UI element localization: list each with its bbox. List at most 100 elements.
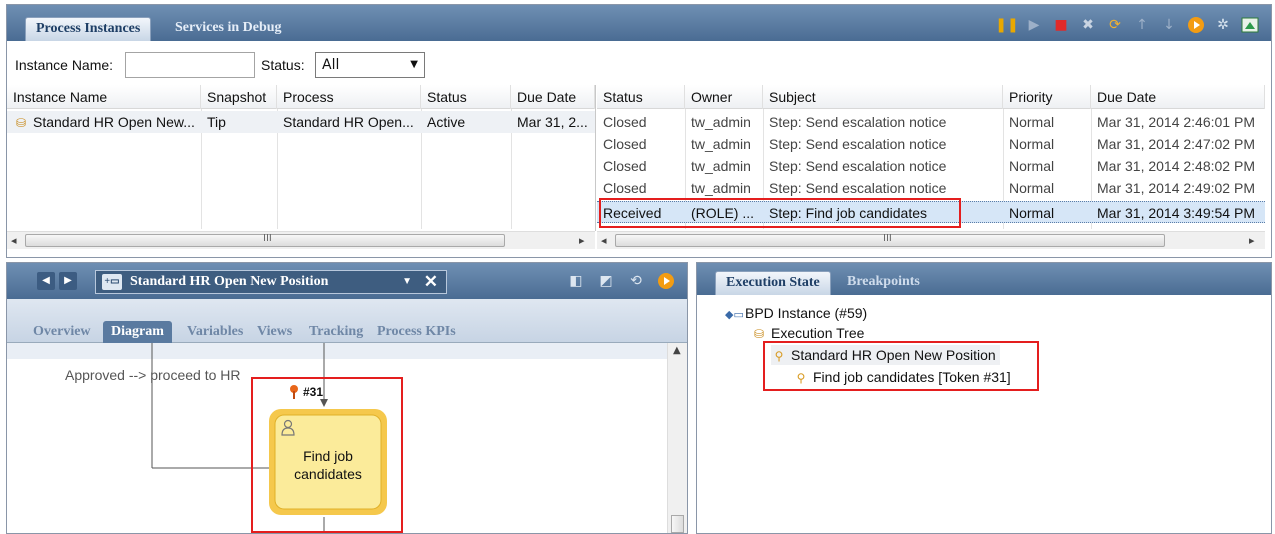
col-status[interactable]: Status (421, 85, 511, 109)
task-priority-cell: Normal (1009, 205, 1055, 221)
tab-overview[interactable]: Overview (29, 321, 95, 343)
status-label: Status: (261, 57, 305, 73)
table-row[interactable]: Closed tw_admin Step: Send escalation no… (597, 133, 1265, 155)
table-row[interactable]: Closed tw_admin Step: Send escalation no… (597, 111, 1265, 133)
step-icon[interactable]: ▶ (1025, 16, 1043, 34)
status-select[interactable]: All ▼ (315, 52, 425, 78)
col-instance-name[interactable]: Instance Name (7, 85, 201, 109)
task-subject-cell: Step: Send escalation notice (769, 158, 947, 174)
move-up-icon[interactable]: ↑ (1133, 16, 1151, 34)
table-row[interactable]: Closed tw_admin Step: Send escalation no… (597, 155, 1265, 177)
task-subject-cell: Step: Send escalation notice (769, 114, 947, 130)
table-split-divider (595, 85, 596, 231)
open-editor-icon[interactable]: ◧ (567, 272, 585, 290)
tree-node-execution-tree[interactable]: ⛁ Execution Tree (751, 323, 864, 343)
back-arrow-icon[interactable]: ◀ (37, 272, 55, 290)
tab-breakpoints[interactable]: Breakpoints (837, 271, 930, 295)
task-status-cell: Closed (603, 180, 647, 196)
col-priority[interactable]: Priority (1003, 85, 1091, 109)
col-process[interactable]: Process (277, 85, 421, 109)
lane-band (7, 343, 667, 359)
col-task-status[interactable]: Status (597, 85, 685, 109)
chevron-up-icon[interactable]: ▲ (673, 345, 681, 356)
status-cell: Active (427, 114, 466, 130)
chevron-down-icon[interactable]: ▼ (402, 271, 412, 293)
delete-icon[interactable]: ✖ (1079, 16, 1097, 34)
tasks-table-header: Status Owner Subject Priority Due Date (597, 85, 1265, 109)
task-priority-cell: Normal (1009, 136, 1055, 152)
task-owner-cell: tw_admin (691, 158, 751, 174)
diagram-canvas[interactable]: Approved --> proceed to HR #31 Find job … (7, 343, 667, 533)
task-due-cell: Mar 31, 2014 3:49:54 PM (1097, 205, 1255, 221)
scroll-grip: III (883, 233, 892, 244)
task-status-cell: Closed (603, 136, 647, 152)
instance-name-input[interactable] (125, 52, 255, 78)
tab-diagram[interactable]: Diagram (103, 321, 172, 343)
diagram-titlebar: ◀ ▶ +▭ Standard HR Open New Position ▼ ✕… (7, 263, 687, 299)
execution-tab-bar: Execution State Breakpoints (697, 263, 1271, 295)
debug-toolbar: ❚❚ ▶ ■ ✖ ⟳ ↑ ↓ ✲ (995, 15, 1259, 35)
col-owner[interactable]: Owner (685, 85, 763, 109)
task-due-cell: Mar 31, 2014 2:48:02 PM (1097, 158, 1255, 174)
process-selector[interactable]: +▭ Standard HR Open New Position ▼ ✕ (95, 270, 447, 294)
tasks-hscrollbar[interactable]: ◂ III ▸ (597, 231, 1265, 249)
task-due-cell: Mar 31, 2014 2:46:01 PM (1097, 114, 1255, 130)
col-due-date[interactable]: Due Date (511, 85, 595, 109)
col-task-due-date[interactable]: Due Date (1091, 85, 1265, 109)
execution-state-panel: Execution State Breakpoints ◆▭BPD Instan… (696, 262, 1272, 534)
col-snapshot[interactable]: Snapshot (201, 85, 277, 109)
diagram-vscrollbar[interactable]: ▲ (667, 343, 687, 533)
instance-name-text: Standard HR Open New... (33, 114, 195, 130)
task-subject-cell: Step: Send escalation notice (769, 180, 947, 196)
chevron-right-icon[interactable]: ▸ (579, 232, 585, 249)
refresh-icon[interactable]: ⟳ (1106, 16, 1124, 34)
tab-variables[interactable]: Variables (183, 321, 247, 343)
bpd-instance-icon: ◆▭ (725, 309, 744, 321)
process-app-icon: +▭ (102, 274, 122, 290)
chart-icon[interactable]: ◩ (597, 272, 615, 290)
flow-label: Approved --> proceed to HR (65, 367, 241, 383)
task-status-cell: Closed (603, 114, 647, 130)
top-tab-bar: Process Instances Services in Debug ❚❚ ▶… (7, 5, 1271, 41)
task-due-cell: Mar 31, 2014 2:49:02 PM (1097, 180, 1255, 196)
close-icon[interactable]: ✕ (424, 271, 438, 293)
debug-icon[interactable]: ✲ (1214, 16, 1232, 34)
run-icon[interactable] (1187, 16, 1205, 34)
tab-tracking[interactable]: Tracking (305, 321, 367, 343)
scroll-thumb[interactable] (671, 515, 684, 533)
filter-bar: Instance Name: Status: All ▼ (7, 41, 1271, 85)
task-priority-cell: Normal (1009, 180, 1055, 196)
diagram-tools: ◧ ◩ ⟲ (567, 272, 675, 290)
instance-name-label: Instance Name: (15, 57, 114, 73)
inspector-icon[interactable] (1241, 16, 1259, 34)
tab-services-in-debug[interactable]: Services in Debug (165, 17, 292, 41)
process-instances-panel: Process Instances Services in Debug ❚❚ ▶… (6, 4, 1272, 258)
table-row[interactable]: Closed tw_admin Step: Send escalation no… (597, 177, 1265, 199)
stop-icon[interactable]: ■ (1052, 16, 1070, 34)
tab-execution-state[interactable]: Execution State (715, 271, 831, 295)
highlight-box-tree (763, 341, 1039, 391)
task-owner-cell: tw_admin (691, 136, 751, 152)
run-icon[interactable] (657, 272, 675, 290)
task-owner-cell: tw_admin (691, 114, 751, 130)
process-selector-label: Standard HR Open New Position (130, 274, 329, 289)
refresh-icon[interactable]: ⟲ (627, 272, 645, 290)
col-subject[interactable]: Subject (763, 85, 1003, 109)
status-select-value: All (322, 57, 340, 73)
tree-node-bpd-instance[interactable]: ◆▭BPD Instance (#59) (725, 303, 867, 323)
instances-hscrollbar[interactable]: ◂ III ▸ (7, 231, 595, 249)
table-row[interactable]: ⛁ Standard HR Open New... Tip Standard HR… (7, 111, 595, 133)
scroll-grip: III (263, 233, 272, 244)
chevron-left-icon[interactable]: ◂ (601, 232, 607, 249)
tab-views[interactable]: Views (253, 321, 296, 343)
process-cell: Standard HR Open... (283, 114, 414, 130)
task-status-cell: Closed (603, 158, 647, 174)
move-down-icon[interactable]: ↓ (1160, 16, 1178, 34)
forward-arrow-icon[interactable]: ▶ (59, 272, 77, 290)
pause-icon[interactable]: ❚❚ (995, 16, 1018, 34)
tab-process-kpis[interactable]: Process KPIs (373, 321, 460, 343)
chevron-right-icon[interactable]: ▸ (1249, 232, 1255, 249)
chevron-left-icon[interactable]: ◂ (11, 232, 17, 249)
task-priority-cell: Normal (1009, 114, 1055, 130)
tab-process-instances[interactable]: Process Instances (25, 17, 152, 41)
